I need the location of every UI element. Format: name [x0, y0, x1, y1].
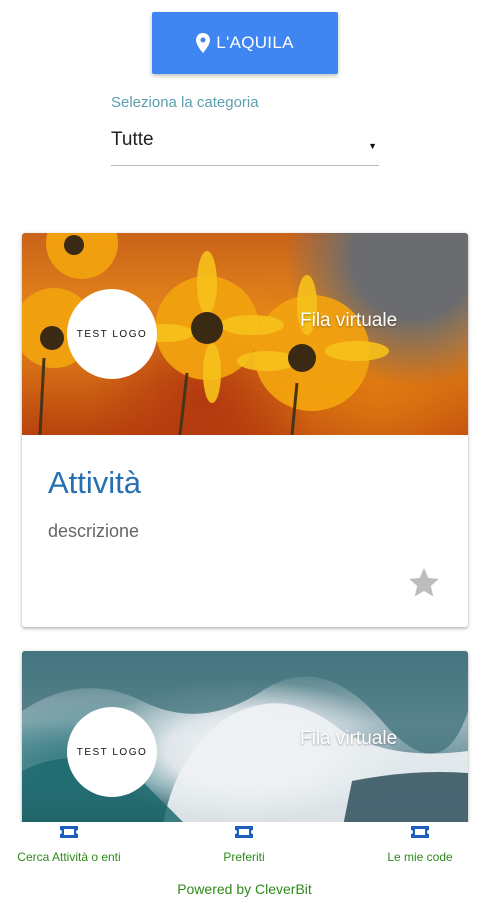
business-logo: TEST LOGO [67, 289, 157, 379]
business-logo: TEST LOGO [67, 707, 157, 797]
nav-label: Le mie code [387, 850, 453, 864]
activity-card[interactable]: TEST LOGO Fila virtuale [22, 651, 468, 831]
nav-search-activities[interactable]: Cerca Attività o enti [0, 826, 138, 864]
nav-label: Cerca Attività o enti [17, 850, 121, 864]
location-pin-icon [196, 33, 211, 53]
activity-description: descrizione [48, 521, 140, 541]
ticket-icon [60, 826, 78, 838]
activity-title: Attività [48, 465, 142, 500]
ticket-icon [235, 826, 253, 838]
powered-by-footer: Powered by CleverBit [177, 881, 312, 897]
dropdown-caret-icon: ▼ [368, 140, 377, 151]
queue-type-caption: Fila virtuale [300, 310, 398, 331]
category-label: Seleziona la categoria [111, 94, 259, 111]
queue-type-caption: Fila virtuale [300, 728, 398, 749]
category-selected-value: Tutte [111, 128, 154, 150]
nav-label: Preferiti [223, 850, 265, 864]
category-select[interactable]: Tutte ▼ [111, 122, 379, 166]
activity-card[interactable]: TEST LOGO Fila virtuale Attività descriz… [22, 233, 468, 627]
card-image: TEST LOGO Fila virtuale [22, 233, 468, 435]
nav-favorites[interactable]: Preferiti [170, 826, 318, 864]
city-select-button[interactable]: L'AQUILA [152, 12, 338, 74]
ticket-icon [411, 826, 429, 838]
star-favorite-icon[interactable] [406, 565, 442, 601]
city-button-label: L'AQUILA [216, 33, 294, 52]
card-image: TEST LOGO Fila virtuale [22, 651, 468, 831]
nav-my-queues[interactable]: Le mie code [350, 826, 489, 864]
